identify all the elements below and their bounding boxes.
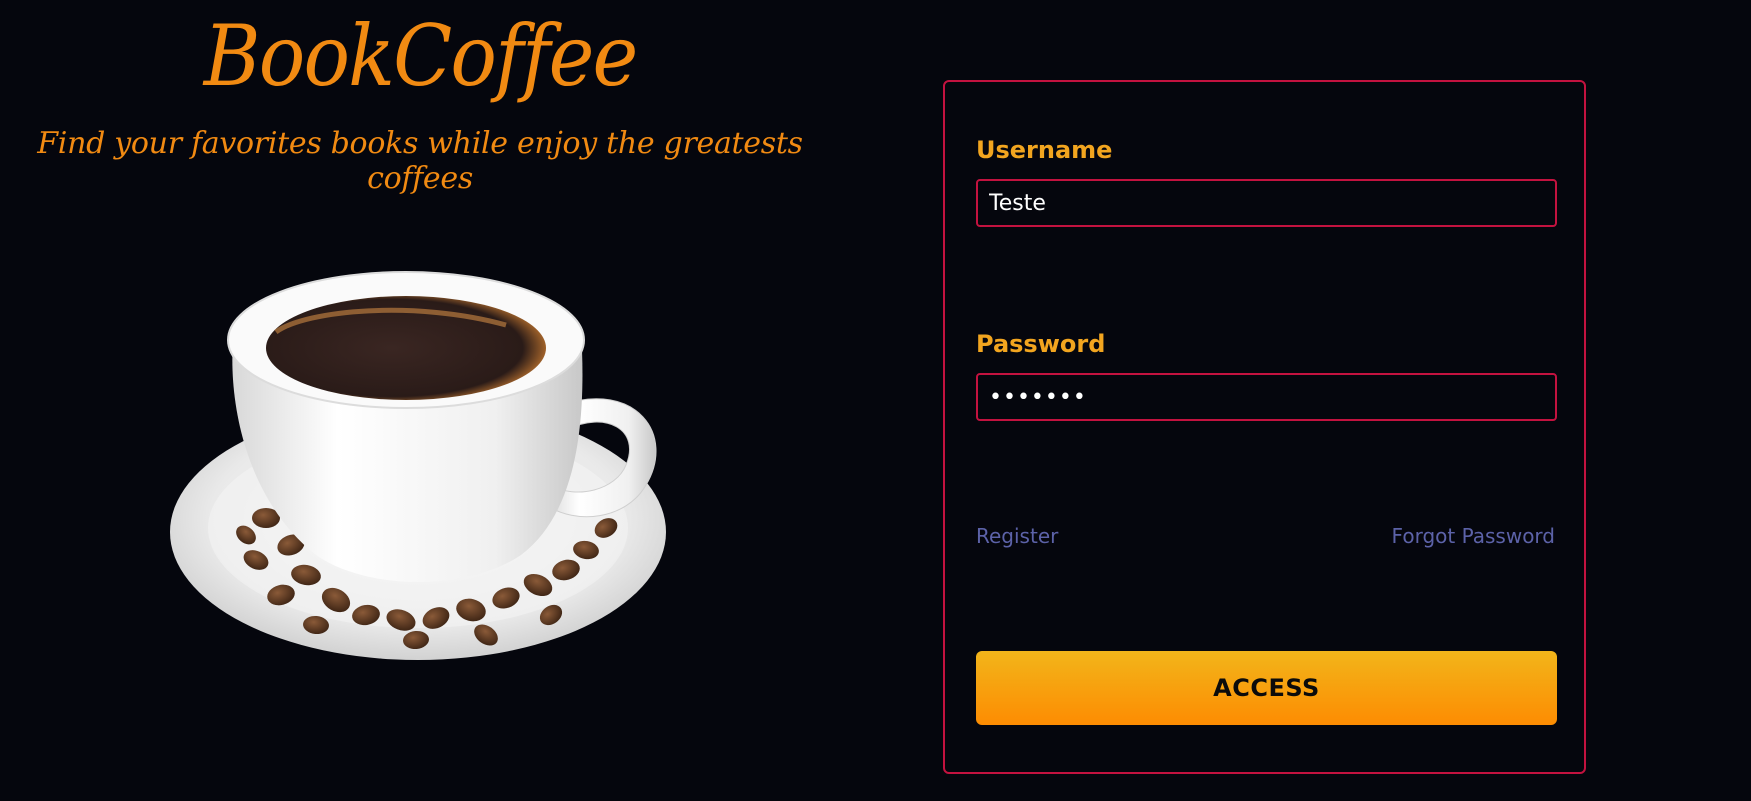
username-input[interactable] [976, 179, 1557, 227]
register-link[interactable]: Register [976, 524, 1058, 548]
password-input[interactable] [976, 373, 1557, 421]
coffee-cup-icon [170, 271, 666, 660]
brand-tagline: Find your favorites books while enjoy th… [37, 126, 803, 196]
brand-title: BookCoffee [203, 7, 638, 105]
forgot-password-link[interactable]: Forgot Password [1392, 524, 1555, 548]
brand-header: BookCoffee Find your favorites books whi… [0, 14, 840, 196]
password-label: Password [976, 330, 1106, 358]
login-form: Username Password Register Forgot Passwo… [943, 80, 1586, 774]
login-page: BookCoffee Find your favorites books whi… [0, 0, 1751, 801]
access-button[interactable]: ACCESS [976, 651, 1557, 725]
coffee-cup-image [166, 270, 676, 670]
username-label: Username [976, 136, 1113, 164]
